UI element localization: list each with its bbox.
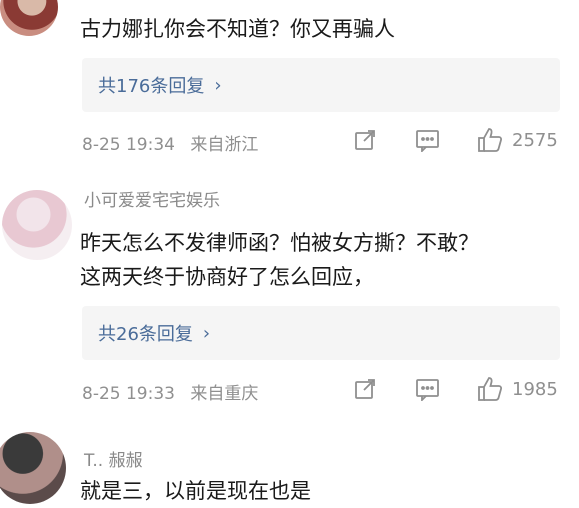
username[interactable]: T.. 赧赧: [84, 446, 143, 471]
view-replies-button[interactable]: 共176条回复 ›: [82, 58, 560, 112]
comment-icon: [416, 130, 439, 152]
reply-count-label: 共26条回复: [98, 324, 193, 345]
comment-date: 8-25 19:33: [82, 384, 175, 404]
comment-date: 8-25 19:34: [82, 135, 175, 155]
avatar[interactable]: [0, 432, 66, 504]
comment-line: 就是三，以前是现在也是: [80, 479, 311, 503]
comment-line: 古力娜扎你会不知道？你又再骗人: [80, 17, 395, 41]
chevron-right-icon: ›: [214, 74, 222, 96]
comment-location: 来自重庆: [190, 384, 259, 404]
comment-text: 就是三，以前是现在也是: [80, 474, 311, 508]
chevron-right-icon: ›: [202, 322, 211, 344]
like-button[interactable]: 1985: [476, 375, 558, 403]
comment-meta: 8-25 19:34 来自浙江: [82, 130, 258, 155]
comment-line: 昨天怎么不发律师函？怕被女方撕？不敢？: [80, 231, 479, 255]
comment-text: 古力娜扎你会不知道？你又再骗人: [80, 12, 395, 46]
comment-text: 昨天怎么不发律师函？怕被女方撕？不敢？ 这两天终于协商好了怎么回应，: [80, 226, 479, 294]
share-button[interactable]: [353, 128, 377, 152]
like-button[interactable]: 2575: [476, 126, 558, 154]
avatar[interactable]: [0, 0, 58, 36]
comment-button[interactable]: [415, 128, 441, 152]
like-count: 2575: [512, 129, 558, 151]
comment-location: 来自浙江: [190, 135, 259, 155]
view-replies-button[interactable]: 共26条回复 ›: [82, 306, 560, 360]
comment-meta: 8-25 19:33 来自重庆: [82, 379, 258, 404]
reply-count-label: 共176条回复: [98, 76, 205, 97]
comment-button[interactable]: [415, 377, 441, 401]
like-count: 1985: [512, 378, 558, 400]
share-button[interactable]: [353, 377, 377, 401]
comment-line: 这两天终于协商好了怎么回应，: [80, 265, 374, 289]
thumbs-up-icon: [478, 128, 503, 152]
username[interactable]: 小可爱爱宅宅娱乐: [84, 186, 220, 211]
share-icon: [355, 379, 375, 399]
avatar[interactable]: [2, 190, 72, 260]
share-icon: [355, 130, 375, 150]
comment-icon: [416, 379, 439, 401]
thumbs-up-icon: [478, 377, 503, 401]
